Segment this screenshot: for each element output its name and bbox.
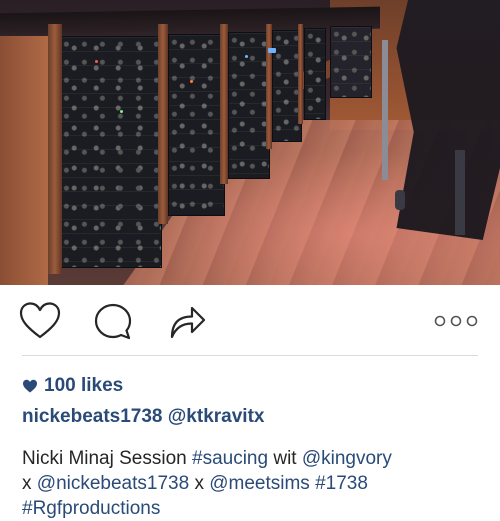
comment-bubble-icon[interactable]: [92, 301, 134, 343]
tagged-mention[interactable]: @ktkravitx: [168, 406, 265, 427]
heart-filled-icon: [23, 379, 37, 393]
likes-text: 100 likes: [44, 375, 124, 396]
caption-text: wit: [268, 448, 302, 469]
photo-rack-frame: [266, 24, 272, 149]
photo-rack-frame: [220, 24, 228, 184]
hashtag-link[interactable]: #1738: [315, 473, 368, 494]
photo-rack-frame: [0, 36, 48, 285]
caption-text: x: [22, 473, 37, 494]
photo-rack: [168, 34, 225, 216]
caption-line: Nicki Minaj Session #saucing wit @kingvo…: [22, 446, 492, 471]
post-caption: Nicki Minaj Session #saucing wit @kingvo…: [22, 446, 492, 521]
action-divider: [22, 355, 478, 356]
photo-led: [95, 60, 98, 63]
photo-rack: [304, 28, 326, 120]
photo-led: [268, 48, 276, 53]
tagged-line: nickebeats1738 @ktkravitx: [22, 406, 264, 428]
more-dots-icon[interactable]: [432, 313, 480, 329]
photo-rack: [60, 36, 162, 268]
photo-chair-leg: [455, 150, 465, 235]
heart-outline-icon[interactable]: [18, 301, 62, 341]
post-photo[interactable]: [0, 0, 500, 285]
photo-led: [120, 110, 123, 113]
photo-chair-leg: [382, 40, 388, 180]
caption-text: Nicki Minaj Session: [22, 448, 192, 469]
photo-rack: [228, 32, 270, 179]
hashtag-link[interactable]: #saucing: [192, 448, 268, 469]
mention-link[interactable]: @meetsims: [209, 473, 310, 494]
caption-line: #Rgfproductions: [22, 496, 492, 521]
photo-rack-frame: [298, 24, 303, 124]
photo-rack-frame: [48, 24, 62, 274]
mention-link[interactable]: @kingvory: [302, 448, 392, 469]
mention-link[interactable]: @nickebeats1738: [37, 473, 189, 494]
likes-count[interactable]: 100 likes: [22, 373, 123, 399]
post-action-bar: [0, 285, 500, 355]
hashtag-link[interactable]: #Rgfproductions: [22, 498, 160, 519]
photo-rack-frame: [158, 24, 168, 224]
photo-led: [245, 55, 248, 58]
caption-line: x @nickebeats1738 x @meetsims #1738: [22, 471, 492, 496]
caption-text: x: [189, 473, 210, 494]
tagged-username[interactable]: nickebeats1738: [22, 406, 163, 427]
photo-led: [190, 80, 193, 83]
share-arrow-icon[interactable]: [166, 303, 208, 341]
photo-rack: [330, 26, 372, 98]
photo-chair-leg: [395, 190, 405, 210]
